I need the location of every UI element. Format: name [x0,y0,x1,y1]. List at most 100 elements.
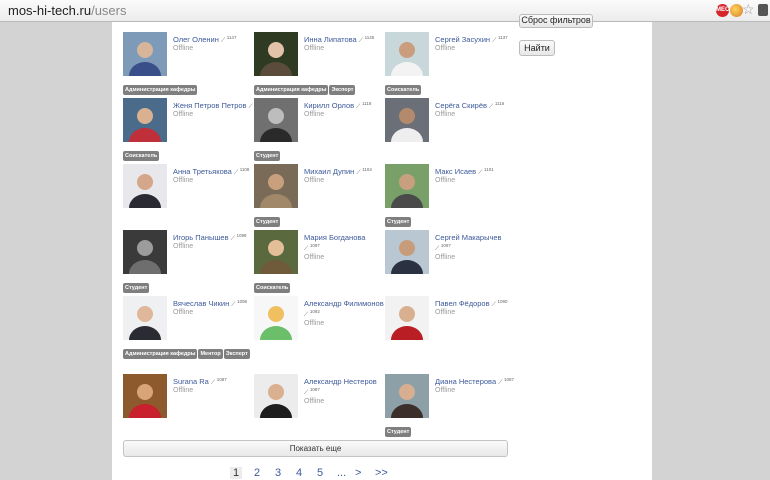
rating-icon: ⟋ [492,38,497,44]
rating-value: ⟋ 1101 [478,167,494,176]
user-name-link[interactable]: Мария Богданова [304,233,365,242]
show-more-button[interactable]: Показать еще [123,440,508,457]
user-card: Мария Богданова ⟋ 1097 Offline Соискатель [254,230,384,293]
user-name-link[interactable]: Вячеслав Чикин ⟋ 1096 [173,299,247,309]
rating-value: ⟋ 1147 [220,35,237,44]
user-name: Михаил Дупин [304,167,355,176]
rating-value: ⟋ 1116 [488,101,505,110]
online-status: Offline [173,387,194,394]
user-card: Диана Нестерова ⟋ 1087 Offline Студент [385,374,515,437]
avatar[interactable] [123,230,167,274]
user-name-link[interactable]: Александр Филимонов [304,299,384,308]
user-name: Павел Фёдоров [435,299,490,308]
avatar[interactable] [385,230,429,274]
user-name: Диана Нестерова [435,377,497,386]
avatar[interactable] [123,296,167,340]
avatar[interactable] [254,164,298,208]
user-card: Павел Фёдоров ⟋ 1090 Offline [385,296,515,358]
role-badge: Администрация кафедры [123,85,198,95]
user-card: Макс Исаев ⟋ 1101 Offline Студент [385,164,515,227]
avatar[interactable] [385,374,429,418]
rating-value: ⟋ 1098 [230,233,247,242]
user-name: Кирилл Орлов [304,101,355,110]
user-name-link[interactable]: Игорь Панышев ⟋ 1098 [173,233,246,243]
page-link[interactable]: 3 [275,467,281,479]
page-link[interactable]: ... [337,467,346,479]
reset-filters-button[interactable]: Сброс фильтров [519,14,593,28]
user-name-link[interactable]: Инна Липатова ⟋ 1145 [304,35,374,45]
avatar[interactable] [123,374,167,418]
online-status: Offline [173,309,194,316]
rating-value: ⟋ 1118 [356,101,372,110]
user-name-link[interactable]: Surana Ra ⟋ 1087 [173,377,227,387]
rating-icon: ⟋ [435,246,440,252]
avatar[interactable] [123,98,167,142]
user-name: Игорь Панышев [173,233,229,242]
online-status: Offline [173,111,194,118]
user-name-link[interactable]: Павел Фёдоров ⟋ 1090 [435,299,507,309]
role-badges: Администрация кафедры Ментор Эксперт [123,342,253,362]
rating-value: ⟋ 1137 [492,35,508,44]
user-name-link[interactable]: Анна Третьякова ⟋ 1108 [173,167,249,177]
user-name-link[interactable]: Серёга Скирёв ⟋ 1116 [435,101,504,111]
online-status: Offline [435,111,456,118]
role-badge: Ментор [198,349,223,359]
user-name: Александр Нестеров [304,377,377,386]
avatar[interactable] [254,230,298,274]
user-name-link[interactable]: Михаил Дупин ⟋ 1104 [304,167,372,177]
role-badges: Соискатель [123,144,253,164]
user-name-link[interactable]: Сергей Макарычев [435,233,502,242]
user-name-link[interactable]: Сергей Засухин ⟋ 1137 [435,35,508,45]
browser-menu-icon[interactable] [758,4,768,16]
rating-line: ⟋ 1097 [435,243,451,253]
user-name-link[interactable]: Александр Нестеров [304,377,377,386]
avatar[interactable] [254,296,298,340]
avatar[interactable] [385,98,429,142]
page-link[interactable]: 5 [317,467,323,479]
online-status: Offline [173,45,194,52]
page-current: 1 [230,467,243,479]
user-name: Александр Филимонов [304,299,384,308]
role-badge: Соискатель [123,151,160,161]
role-badge: Студент [123,283,150,293]
avatar[interactable] [123,164,167,208]
user-name-link[interactable]: Макс Исаев ⟋ 1101 [435,167,494,177]
address-bar[interactable]: mos-hi-tech.ru/users [8,3,126,18]
avatar[interactable] [385,32,429,76]
avatar[interactable] [385,296,429,340]
online-status: Offline [435,309,456,316]
extension-icon[interactable]: МЕО [716,4,730,17]
avatar[interactable] [254,32,298,76]
browser-toolbar: mos-hi-tech.ru/users МЕО ☆ [0,0,770,22]
user-name-link[interactable]: Женя Петров Петров⟋ 1118 [173,101,264,111]
user-card: Александр Филимонов ⟋ 1092 Offline [254,296,384,358]
user-name: Женя Петров Петров [173,101,247,110]
user-card: Анна Третьякова ⟋ 1108 Offline [123,164,253,226]
rating-icon: ⟋ [304,312,309,318]
rating-icon: ⟋ [304,390,309,396]
user-card: Surana Ra ⟋ 1087 Offline [123,374,253,436]
user-name: Мария Богданова [304,233,366,242]
avatar[interactable] [385,164,429,208]
online-status: Offline [435,177,456,184]
page-link[interactable]: 2 [254,467,260,479]
user-name-link[interactable]: Диана Нестерова ⟋ 1087 [435,377,514,387]
user-name-link[interactable]: Кирилл Орлов ⟋ 1118 [304,101,371,111]
page-link[interactable]: 4 [296,467,302,479]
url-path: /users [91,3,127,18]
role-badge: Эксперт [329,85,356,95]
rating-icon: ⟋ [220,38,226,44]
user-name-link[interactable]: Олег Оленин ⟋ 1147 [173,35,236,45]
avatar[interactable] [123,32,167,76]
user-card: Инна Липатова ⟋ 1145 Offline Администрация … [254,32,384,95]
bookmark-star-icon[interactable]: ☆ [742,1,755,18]
find-button[interactable]: Найти [519,40,555,56]
page-link[interactable]: >> [375,467,388,479]
user-card: Михаил Дупин ⟋ 1104 Offline Студент [254,164,384,227]
rating-line: ⟋ 1087 [304,387,320,397]
avatar[interactable] [254,374,298,418]
rating-icon: ⟋ [248,104,253,110]
page-link[interactable]: > [355,467,361,479]
avatar[interactable] [254,98,298,142]
role-badge: Соискатель [385,85,422,95]
